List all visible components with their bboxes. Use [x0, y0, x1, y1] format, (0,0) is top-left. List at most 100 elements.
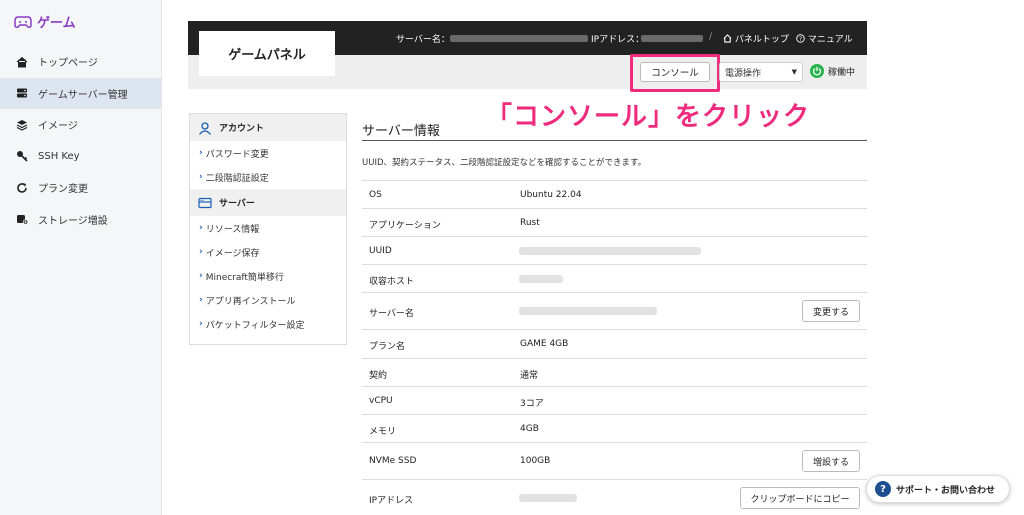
row-key: NVMe SSD — [369, 456, 417, 466]
row-value: 通常 — [520, 371, 539, 381]
status-indicator: 稼働中 — [810, 64, 855, 78]
server-window-icon — [198, 197, 212, 208]
row-key: OS — [369, 190, 382, 200]
row-key: メモリ — [369, 427, 397, 437]
chevron-right-icon: › — [199, 295, 203, 305]
menu-item-label: リソース情報 — [205, 224, 260, 235]
row-value: Rust — [520, 218, 540, 228]
row-key: 契約 — [369, 371, 388, 381]
change-server-name-button[interactable]: 変更する — [802, 300, 860, 322]
menu-item-app-reinstall[interactable]: › アプリ再インストール — [190, 288, 346, 312]
row-key: サーバー名 — [369, 309, 414, 319]
server-info-table: OS Ubuntu 22.04 アプリケーション Rust UUID 収容ホスト… — [362, 180, 867, 515]
power-icon — [810, 64, 824, 78]
row-value: GAME 4GB — [520, 339, 569, 349]
power-select-value: 電源操作 — [725, 68, 762, 79]
menu-heading-server: サーバー — [190, 189, 346, 216]
help-circle-icon: ? — [796, 34, 805, 43]
menu-heading-account: アカウント — [190, 114, 346, 141]
chevron-right-icon: › — [199, 247, 203, 257]
sidebar-item-label: ゲームサーバー管理 — [38, 89, 128, 101]
menu-heading-label: アカウント — [219, 124, 265, 134]
page-title: サーバー情報 — [362, 124, 440, 139]
question-icon: ? — [875, 481, 891, 497]
power-select[interactable]: 電源操作 ▼ — [719, 62, 803, 82]
chevron-right-icon: › — [199, 172, 203, 182]
sidebar-item-storage[interactable]: ストレージ増設 — [0, 204, 161, 236]
sidebar-item-image[interactable]: イメージ — [0, 109, 161, 141]
menu-item-label: イメージ保存 — [205, 248, 260, 259]
status-label: 稼働中 — [828, 67, 856, 78]
row-value: Ubuntu 22.04 — [520, 190, 582, 200]
sidebar-nav: トップページ ゲームサーバー管理 イメージ SSH Key プラン変更 ストレー… — [0, 46, 161, 235]
table-row: OS Ubuntu 22.04 — [362, 181, 867, 209]
table-row: メモリ 4GB — [362, 415, 867, 443]
menu-item-password-change[interactable]: › パスワード変更 — [190, 141, 346, 165]
table-row: UUID — [362, 237, 867, 265]
user-icon — [198, 121, 212, 135]
manual-label: マニュアル — [807, 35, 853, 45]
table-row: NVMe SSD 100GB 増設する — [362, 443, 867, 480]
home-icon — [16, 56, 28, 68]
menu-item-label: アプリ再インストール — [205, 296, 296, 307]
uuid-redacted — [519, 247, 701, 255]
row-key: UUID — [369, 246, 392, 256]
row-value: 3コア — [520, 399, 544, 409]
row-key: プラン名 — [369, 342, 406, 352]
server-name-label: サーバー名： — [396, 35, 450, 45]
server-icon — [17, 88, 27, 98]
refresh-icon — [17, 182, 27, 193]
menu-item-label: 二段階認証設定 — [205, 173, 269, 184]
menu-item-label: パケットフィルター設定 — [205, 320, 305, 331]
copy-to-clipboard-button[interactable]: クリップボードにコピー — [740, 487, 860, 509]
menu-heading-label: サーバー — [219, 199, 255, 209]
chevron-right-icon: › — [199, 148, 203, 158]
chevron-right-icon: › — [199, 271, 203, 281]
table-row: 収容ホスト — [362, 265, 867, 293]
panel-top-link[interactable]: パネルトップ — [723, 32, 789, 45]
manual-link[interactable]: ? マニュアル — [796, 32, 853, 45]
sidebar-item-label: イメージ — [38, 121, 78, 133]
table-row: プラン名 GAME 4GB — [362, 330, 867, 359]
menu-item-resource-info[interactable]: › リソース情報 — [190, 216, 346, 240]
row-key: IPアドレス — [369, 496, 414, 506]
server-menu: アカウント › パスワード変更 › 二段階認証設定 サーバー › リソース情報 › イメ… — [189, 113, 347, 345]
panel-title: ゲームパネル — [199, 31, 335, 76]
gamepad-icon — [14, 15, 32, 28]
row-key: 収容ホスト — [369, 277, 415, 287]
menu-item-minecraft-migration[interactable]: › Minecraft簡単移行 — [190, 264, 346, 288]
row-value: 4GB — [520, 424, 539, 434]
row-value: 100GB — [520, 456, 551, 466]
sidebar-item-top-page[interactable]: トップページ — [0, 46, 161, 78]
sidebar-item-label: プラン変更 — [38, 184, 88, 196]
home-icon — [723, 34, 732, 43]
ip-value-redacted — [519, 494, 577, 502]
server-name-redacted — [450, 35, 588, 42]
layers-icon — [16, 119, 28, 131]
console-highlight-box — [630, 54, 720, 92]
row-key: アプリケーション — [369, 221, 441, 231]
header-separator: / — [709, 32, 713, 42]
key-icon — [17, 151, 28, 162]
chevron-right-icon: › — [199, 223, 203, 233]
menu-item-two-factor[interactable]: › 二段階認証設定 — [190, 165, 346, 189]
menu-item-packet-filter[interactable]: › パケットフィルター設定 — [190, 312, 346, 336]
table-row: 契約 通常 — [362, 359, 867, 387]
annotation-text: 「コンソール」をクリック — [486, 102, 811, 132]
ip-redacted — [641, 35, 703, 42]
page-description: UUID、契約ステータス、二段階認証設定などを確認することができます。 — [362, 158, 647, 168]
add-storage-button[interactable]: 増設する — [802, 450, 860, 472]
sidebar-item-ssh-key[interactable]: SSH Key — [0, 141, 161, 173]
menu-item-label: パスワード変更 — [205, 149, 269, 160]
server-name-value-redacted — [519, 307, 657, 315]
sidebar-item-label: ストレージ増設 — [38, 215, 108, 227]
support-button[interactable]: ? サポート・お問い合わせ — [866, 475, 1010, 503]
menu-item-image-save[interactable]: › イメージ保存 — [190, 240, 346, 264]
panel-top-label: パネルトップ — [734, 35, 789, 45]
table-row: アプリケーション Rust — [362, 209, 867, 237]
brand-name: ゲーム — [37, 16, 76, 31]
sidebar-item-game-server[interactable]: ゲームサーバー管理 — [0, 77, 161, 109]
sidebar-item-plan-change[interactable]: プラン変更 — [0, 172, 161, 204]
table-row: vCPU 3コア — [362, 387, 867, 415]
brand-logo[interactable]: ゲーム — [14, 12, 76, 31]
